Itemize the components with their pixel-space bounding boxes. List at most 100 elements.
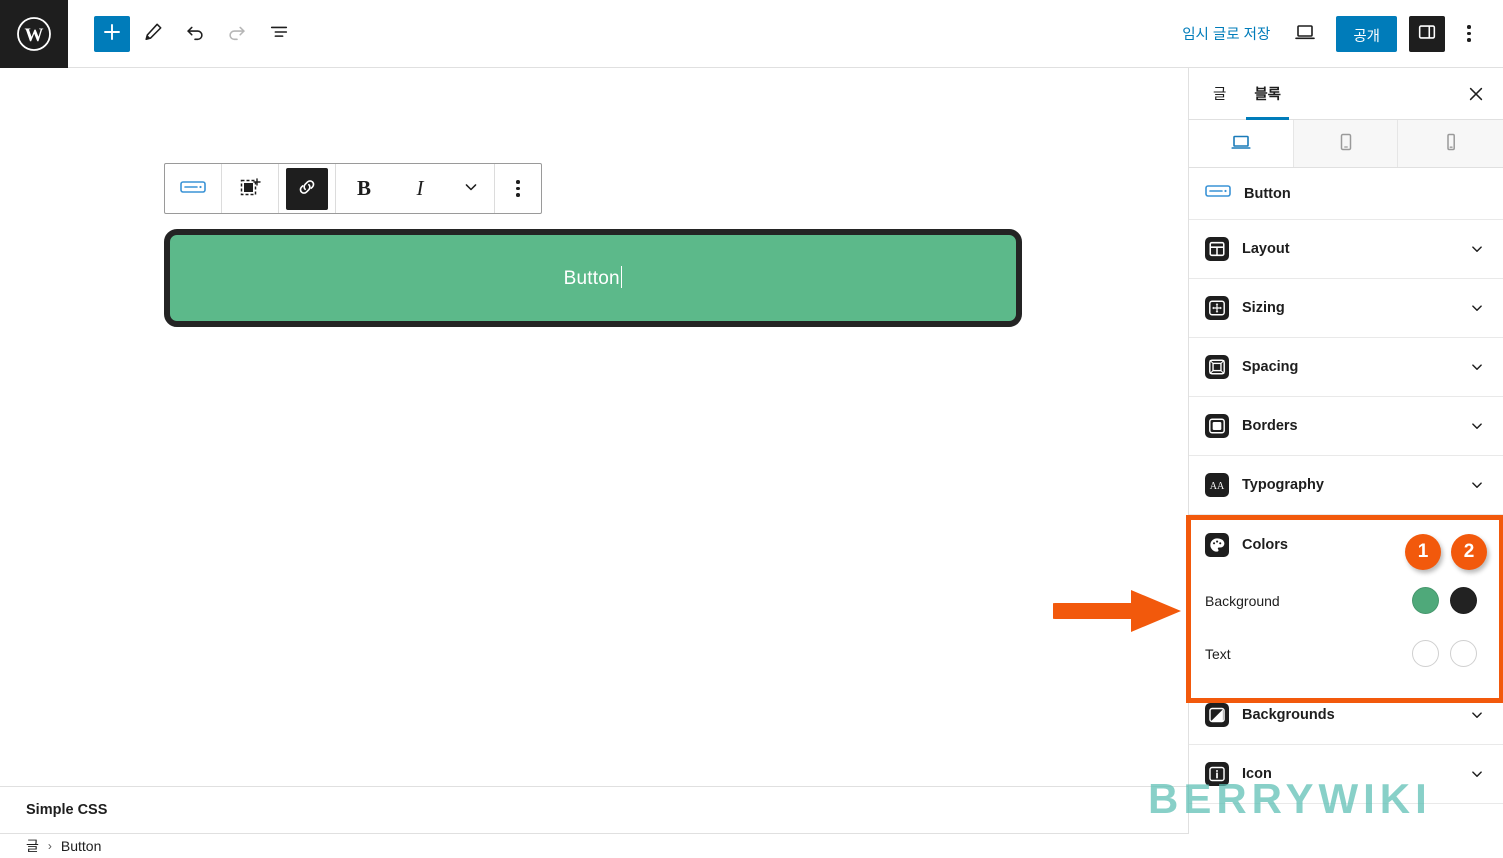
link-button[interactable]	[286, 167, 328, 210]
background-swatch-green[interactable]	[1412, 587, 1439, 614]
svg-text:W: W	[25, 25, 44, 46]
breadcrumb-item-button[interactable]: Button	[61, 838, 101, 854]
svg-text:AA: AA	[1210, 481, 1225, 492]
wordpress-block-editor: W 임시 글로 저장 공개 B I Button 글 블록 Button Lay…	[0, 0, 1503, 858]
panel-label: Backgrounds	[1242, 707, 1335, 723]
panel-label: Spacing	[1242, 359, 1299, 375]
tablet-icon	[1334, 130, 1358, 157]
italic-label: I	[416, 176, 424, 200]
button-block[interactable]: Button	[164, 229, 1022, 327]
device-tab-tablet[interactable]	[1293, 120, 1399, 167]
typography-aa-icon: AA	[1205, 473, 1229, 497]
color-palette-icon	[1205, 532, 1229, 557]
undo-button[interactable]	[176, 15, 214, 53]
right-arrow-icon	[1047, 590, 1185, 640]
more-formats-button[interactable]	[448, 164, 494, 213]
laptop-icon	[1229, 130, 1253, 157]
kebab-menu-icon	[516, 180, 520, 197]
close-sidebar-button[interactable]	[1461, 80, 1491, 110]
editor-options-button[interactable]	[1451, 15, 1487, 53]
chevron-down-icon	[461, 177, 481, 200]
wordpress-logo-button[interactable]: W	[0, 0, 68, 68]
info-icon	[1205, 762, 1229, 786]
panel-label: Sizing	[1242, 300, 1285, 316]
panel-spacing[interactable]: Spacing	[1189, 338, 1503, 397]
color-option-background: Background	[1189, 574, 1503, 627]
edit-tools-button[interactable]	[134, 15, 172, 53]
add-block-button[interactable]	[94, 15, 130, 52]
annotation-badge-1: 1	[1405, 534, 1441, 570]
save-draft-button[interactable]: 임시 글로 저장	[1172, 15, 1280, 52]
block-options-group	[495, 164, 541, 213]
breadcrumb-separator-icon: ›	[47, 839, 52, 853]
tab-block[interactable]: 블록	[1240, 68, 1295, 120]
bold-button[interactable]: B	[336, 164, 392, 213]
background-image-icon	[1205, 703, 1229, 727]
text-swatch-empty-2[interactable]	[1450, 640, 1477, 667]
document-outline-icon	[268, 21, 290, 46]
settings-sidebar: 글 블록 Button Layout Sizing Spacing Border…	[1186, 68, 1503, 858]
simple-css-section[interactable]: Simple CSS	[0, 786, 1188, 834]
header-right-toolbar: 임시 글로 저장 공개	[1172, 15, 1503, 53]
panel-label: Layout	[1242, 241, 1290, 257]
borders-icon	[1205, 414, 1229, 438]
simple-css-label: Simple CSS	[26, 802, 108, 818]
drag-select-icon	[238, 175, 262, 202]
button-block-label: Button	[564, 266, 623, 290]
link-icon	[296, 176, 318, 201]
preview-button[interactable]	[1286, 15, 1324, 53]
layout-icon	[1205, 237, 1229, 261]
chevron-down-icon	[1467, 764, 1487, 784]
device-tab-desktop[interactable]	[1189, 120, 1294, 167]
breadcrumb: 글 › Button	[0, 834, 1503, 858]
annotation-badge-2: 2	[1451, 534, 1487, 570]
editor-header: W 임시 글로 저장 공개	[0, 0, 1503, 68]
settings-sidebar-toggle[interactable]	[1409, 15, 1445, 52]
wordpress-logo-icon: W	[16, 16, 52, 52]
drag-select-button[interactable]	[222, 164, 278, 213]
button-block-icon	[1205, 182, 1231, 205]
chevron-down-icon	[1467, 357, 1487, 377]
panel-borders[interactable]: Borders	[1189, 397, 1503, 456]
chevron-down-icon	[1467, 705, 1487, 725]
button-block-icon	[180, 178, 206, 199]
panel-sizing[interactable]: Sizing	[1189, 279, 1503, 338]
panel-label: Icon	[1242, 766, 1272, 782]
redo-button[interactable]	[218, 15, 256, 53]
panel-icon-section[interactable]: Icon	[1189, 745, 1503, 804]
plus-icon	[101, 21, 123, 46]
text-swatch-empty-1[interactable]	[1412, 640, 1439, 667]
block-options-button[interactable]	[495, 164, 541, 213]
chevron-down-icon	[1467, 298, 1487, 318]
editor-canvas[interactable]: B I Button	[0, 68, 1188, 786]
spacing-icon	[1205, 355, 1229, 379]
block-toolbar: B I	[164, 163, 542, 214]
kebab-menu-icon	[1467, 25, 1471, 42]
background-swatches	[1412, 587, 1487, 614]
background-swatch-black[interactable]	[1450, 587, 1477, 614]
annotation-arrow	[1047, 586, 1185, 636]
desktop-preview-icon	[1293, 20, 1317, 47]
text-swatches	[1412, 640, 1487, 667]
color-option-text: Text	[1189, 627, 1503, 680]
sidebar-panel-icon	[1416, 21, 1438, 46]
tab-post[interactable]: 글	[1199, 68, 1240, 120]
text-format-group: B I	[336, 164, 495, 213]
device-preview-tabs	[1189, 120, 1503, 168]
breadcrumb-item-post[interactable]: 글	[26, 836, 39, 856]
list-view-button[interactable]	[260, 15, 298, 53]
panel-label: Typography	[1242, 477, 1324, 493]
panel-typography[interactable]: AA Typography	[1189, 456, 1503, 515]
italic-button[interactable]: I	[392, 164, 448, 213]
chevron-down-icon	[1467, 416, 1487, 436]
block-type-button[interactable]	[165, 164, 221, 213]
bold-label: B	[356, 176, 371, 200]
sidebar-tabs: 글 블록	[1189, 68, 1503, 120]
device-tab-mobile[interactable]	[1398, 120, 1503, 167]
panel-layout[interactable]: Layout	[1189, 220, 1503, 279]
publish-button[interactable]: 공개	[1336, 15, 1397, 52]
color-option-label: Background	[1205, 592, 1280, 609]
pencil-edit-icon	[142, 21, 164, 46]
link-group	[279, 164, 336, 213]
panel-backgrounds[interactable]: Backgrounds	[1189, 686, 1503, 745]
